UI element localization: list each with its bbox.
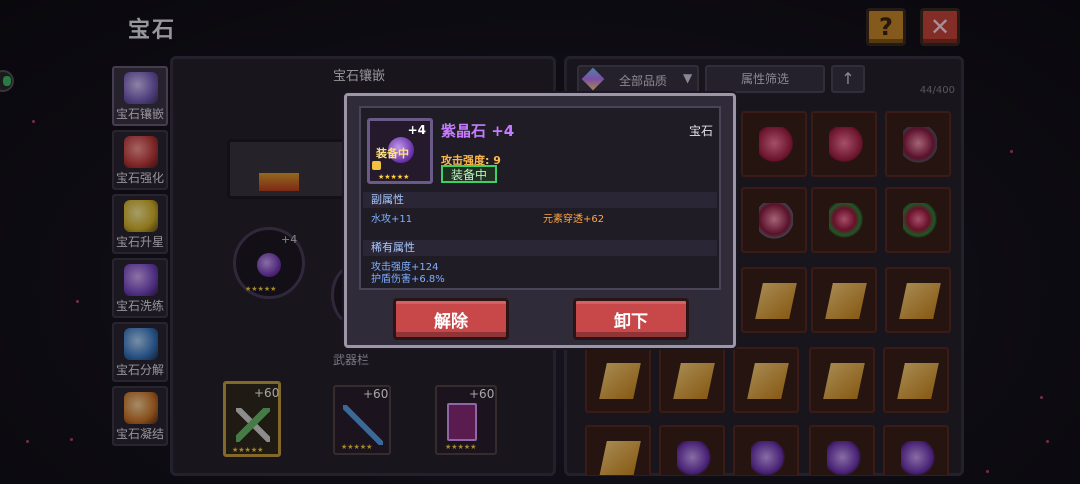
item-stars: ★★★★★	[378, 173, 410, 181]
sub-attr-right: 元素穿透+62	[543, 214, 605, 225]
gem-name: 紫晶石 +4	[441, 122, 515, 140]
gem-detail-modal: +4 装备中 ★★★★★ 紫晶石 +4 宝石 攻击强度: 9 装备中 副属性 水…	[344, 93, 736, 348]
unsocket-label: 解除	[434, 311, 468, 332]
unequip-button[interactable]: 卸下	[573, 298, 689, 340]
gem-detail-body: +4 装备中 ★★★★★ 紫晶石 +4 宝石 攻击强度: 9 装备中 副属性 水…	[359, 106, 721, 290]
equipped-badge: 装备中	[441, 165, 497, 183]
unequip-label: 卸下	[614, 311, 648, 332]
item-plus: +4	[407, 123, 426, 137]
lock-icon	[372, 161, 381, 170]
gem-category: 宝石	[688, 124, 713, 138]
unsocket-button[interactable]: 解除	[393, 298, 509, 340]
sub-attr-title: 副属性	[363, 192, 717, 208]
rare-attr-title: 稀有属性	[363, 240, 717, 256]
gem-item-box: +4 装备中 ★★★★★	[367, 118, 433, 184]
sub-attr-left: 水攻+11	[371, 214, 413, 225]
rare-attr: 护盾伤害+6.8%	[371, 274, 445, 285]
equipped-tag: 装备中	[376, 147, 409, 160]
